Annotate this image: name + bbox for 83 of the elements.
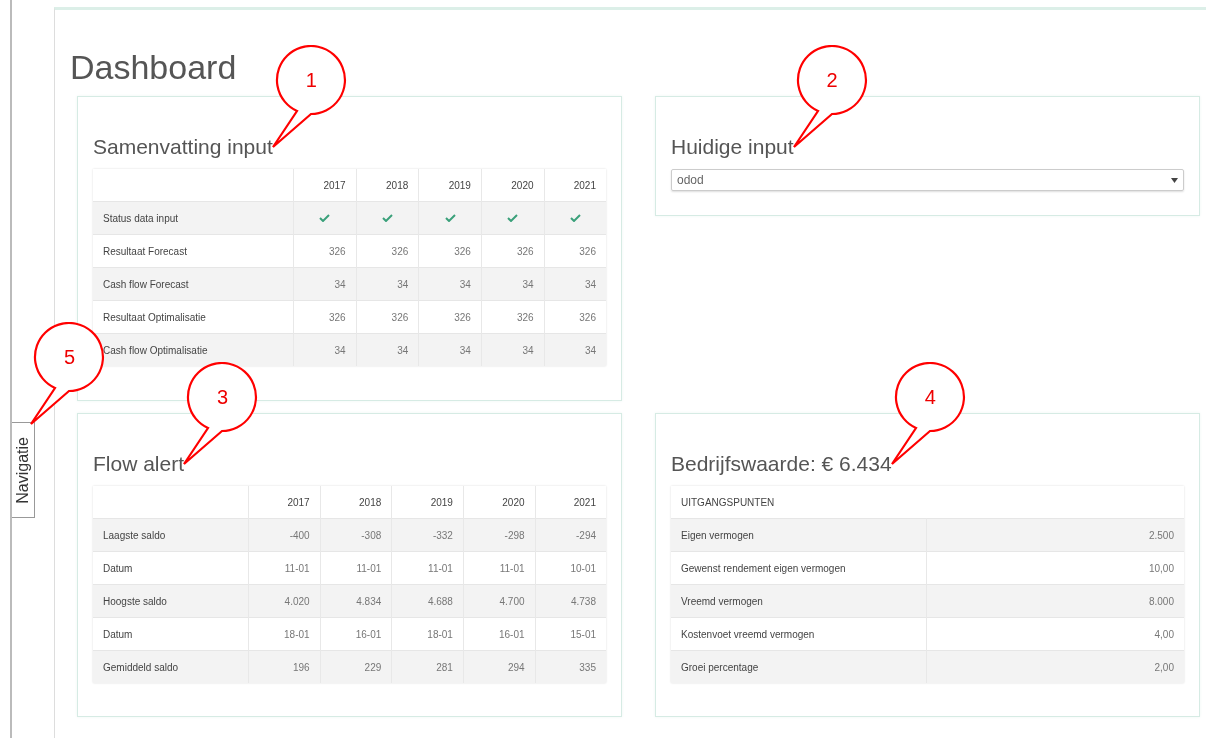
table-header-cell: 2020	[481, 169, 545, 202]
table-cell: 2,00	[926, 650, 1184, 683]
table-header-cell: 2017	[293, 169, 357, 202]
callout-number: 3	[217, 385, 229, 408]
table-cell: 326	[356, 300, 419, 334]
table-header-cell: 2018	[356, 169, 419, 202]
table-cell: Laagste saldo	[93, 518, 249, 552]
table-cell: 326	[293, 300, 357, 334]
table-cell: 34	[356, 333, 419, 366]
table-cell: Gewenst rendement eigen vermogen	[671, 551, 927, 585]
table-header-cell: 2019	[391, 486, 464, 519]
table-cell: 4.738	[535, 584, 606, 618]
callout-number: 1	[305, 68, 317, 91]
table-cell: 4.700	[463, 584, 536, 618]
table-cell: Kostenvoet vreemd vermogen	[671, 617, 927, 651]
table-cell: 229	[320, 650, 392, 683]
table-cell: 34	[293, 267, 357, 301]
table-cell: 326	[293, 234, 357, 268]
table-cell: 2.500	[926, 518, 1184, 552]
table-cell: 335	[535, 650, 606, 683]
table-cell: -294	[535, 518, 606, 552]
table-cell: 326	[481, 234, 545, 268]
table-header-cell: 2021	[544, 169, 606, 202]
table-header-cell: 2017	[248, 486, 321, 519]
table-cell: 18-01	[248, 617, 321, 651]
table-cell: 15-01	[535, 617, 606, 651]
table-cell: 4.020	[248, 584, 321, 618]
table-cell: 4,00	[926, 617, 1184, 651]
table-cell: 16-01	[320, 617, 392, 651]
table-cell: Cash flow Forecast	[93, 267, 294, 301]
table-cell: 34	[481, 267, 545, 301]
table-cell: 326	[481, 300, 545, 334]
table-cell: Gemiddeld saldo	[93, 650, 249, 683]
table-cell: 16-01	[463, 617, 536, 651]
table-cell: Datum	[93, 617, 249, 651]
callout-number: 4	[924, 385, 936, 408]
table-header-cell: 2019	[418, 169, 482, 202]
table-cell: 4.688	[391, 584, 464, 618]
callout-number: 2	[826, 68, 838, 91]
caret-icon	[1171, 177, 1178, 183]
table-cell: Groei percentage	[671, 650, 927, 683]
table-cell: 11-01	[248, 551, 321, 585]
table-cell: 326	[356, 234, 419, 268]
table-cell: 34	[293, 333, 357, 366]
table-cell: 18-01	[391, 617, 464, 651]
table-cell: 326	[544, 234, 606, 268]
navigation-tab[interactable]: Navigatie	[12, 422, 35, 518]
callout-number: 5	[64, 346, 76, 368]
table-header-cell: UITGANGSPUNTEN	[671, 486, 1184, 519]
table-cell: Datum	[93, 551, 249, 585]
table-header-cell: 2021	[535, 486, 606, 519]
table-cell: 10-01	[535, 551, 606, 585]
table-cell: -308	[320, 518, 392, 552]
table-cell: 34	[544, 333, 606, 366]
table-cell: 4.834	[320, 584, 392, 618]
table-cell: 34	[418, 333, 482, 366]
table-cell: 8.000	[926, 584, 1184, 618]
table-cell: Status data input	[93, 201, 294, 235]
table-header-cell: 2018	[320, 486, 392, 519]
table-cell: Eigen vermogen	[671, 518, 927, 552]
table-cell: 11-01	[463, 551, 536, 585]
table-cell: 11-01	[320, 551, 392, 585]
table-cell: 34	[356, 267, 419, 301]
table-cell: -332	[391, 518, 464, 552]
table-cell: 326	[418, 234, 482, 268]
table-cell: 326	[418, 300, 482, 334]
table-cell: Hoogste saldo	[93, 584, 249, 618]
dropdown-field[interactable]: odod	[671, 169, 1184, 191]
table-cell: Resultaat Forecast	[93, 234, 294, 268]
table-cell: 11-01	[391, 551, 464, 585]
table-cell: 34	[418, 267, 482, 301]
table-cell: 294	[463, 650, 536, 683]
table-cell: Vreemd vermogen	[671, 584, 927, 618]
table-cell: 326	[544, 300, 606, 334]
table-cell: -298	[463, 518, 536, 552]
table-cell: 196	[248, 650, 321, 683]
table-cell: 34	[481, 333, 545, 366]
table-cell: -400	[248, 518, 321, 552]
table-cell: 281	[391, 650, 464, 683]
table-cell: 10,00	[926, 551, 1184, 585]
table-header-cell: 2020	[463, 486, 536, 519]
table-cell: Resultaat Optimalisatie	[93, 300, 294, 334]
table-cell: 34	[544, 267, 606, 301]
